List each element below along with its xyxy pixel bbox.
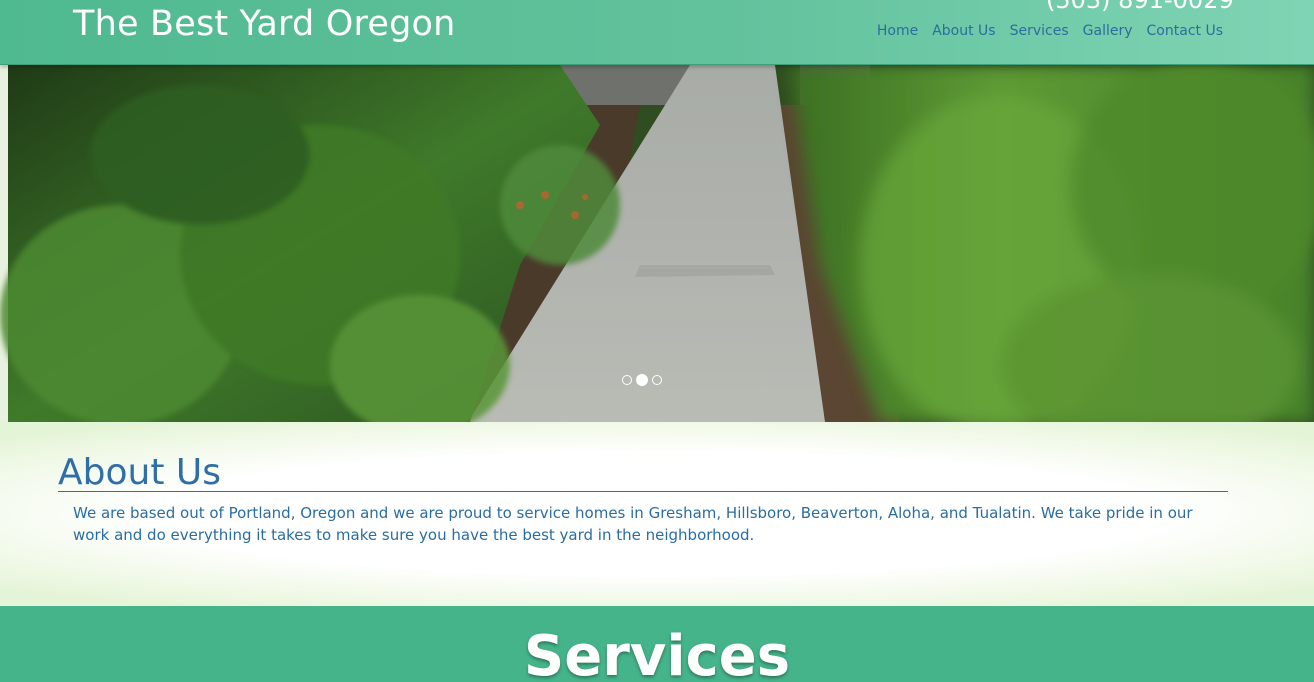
nav-home[interactable]: Home <box>877 23 918 39</box>
slider-dots <box>622 374 662 386</box>
nav-gallery[interactable]: Gallery <box>1083 23 1133 39</box>
hero-image <box>0 65 1314 422</box>
nav-contact-us[interactable]: Contact Us <box>1147 23 1223 39</box>
phone-number[interactable]: (503) 891-0029 <box>1046 0 1234 14</box>
slide-dot-2[interactable] <box>636 374 648 386</box>
nav-services[interactable]: Services <box>1010 23 1069 39</box>
slide-dot-3[interactable] <box>652 375 662 385</box>
about-divider <box>58 491 1228 492</box>
about-section: About Us We are based out of Portland, O… <box>0 422 1314 606</box>
about-text: We are based out of Portland, Oregon and… <box>73 504 1193 544</box>
services-title: Services <box>523 624 791 682</box>
main-nav: Home About Us Services Gallery Contact U… <box>877 23 1223 39</box>
site-header: The Best Yard Oregon (503) 891-0029 Home… <box>0 0 1314 65</box>
slide-dot-1[interactable] <box>622 375 632 385</box>
about-title: About Us <box>58 452 221 493</box>
nav-about-us[interactable]: About Us <box>932 23 995 39</box>
hero-slider[interactable] <box>0 65 1314 422</box>
site-title[interactable]: The Best Yard Oregon <box>73 4 456 44</box>
services-section: Services <box>0 606 1314 682</box>
